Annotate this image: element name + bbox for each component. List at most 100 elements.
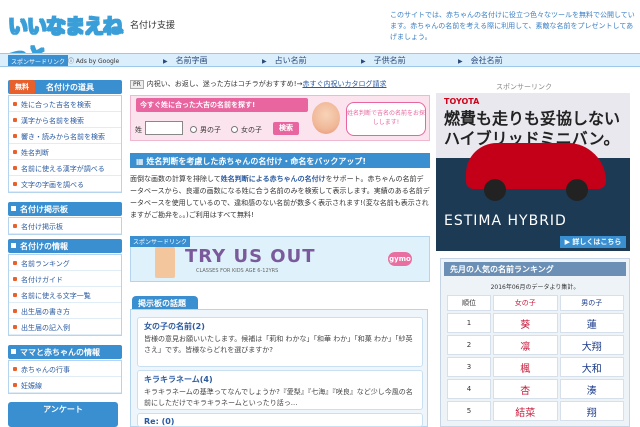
sidebar-item-birth-reg-howto[interactable]: 出生届の書き方 (9, 303, 121, 319)
boy-name[interactable]: 大和 (559, 357, 624, 377)
boy-col-header: 男の子 (559, 295, 624, 311)
table-row: 2 凛 大翔 (447, 335, 624, 355)
girl-name[interactable]: 凛 (493, 335, 558, 355)
baby-illustration (312, 102, 340, 134)
search-button[interactable]: 検索 (273, 122, 299, 135)
boy-name[interactable]: 湊 (559, 379, 624, 399)
site-subtitle: 名付け支援 (130, 21, 176, 31)
girl-label: 女の子 (241, 126, 262, 134)
rank-number: 3 (447, 357, 491, 377)
sidebar-item-seimei-handan[interactable]: 姓名判断 (9, 144, 121, 160)
sidebar-heading-mama-baby: ママと赤ちゃんの情報 (8, 345, 122, 359)
sidebar-item-character-list[interactable]: 名前に使える文字一覧 (9, 287, 121, 303)
surname-input[interactable] (145, 121, 183, 135)
girl-name[interactable]: 結菜 (493, 401, 558, 421)
table-row: 5 結菜 翔 (447, 401, 624, 421)
bbs-post[interactable]: キラキラネーム(4) キラキラネームの基準ってなんでしょうか?『愛梨』『七海』『… (137, 370, 423, 410)
sidebar-item-birth-reg-example[interactable]: 出生届の記入例 (9, 319, 121, 335)
ranking-date: 2016年06月のデータより集計。 (490, 284, 580, 291)
ad-subtext: CLASSES FOR KIDS AGE 6-12YRS (196, 268, 279, 274)
bbs-tab: 掲示板の話題 (132, 296, 198, 310)
intro-paragraph: 面倒な画数の計算を排除して姓名判断による赤ちゃんの名付けをサポート。赤ちゃんの名… (130, 173, 430, 221)
pr-tag: PR (130, 80, 144, 89)
sidebar-item-bbs[interactable]: 名付け掲示板 (9, 218, 121, 234)
bbs-post-title[interactable]: Re: (0) (144, 417, 416, 426)
sidebar-item-search-by-surname[interactable]: 姓に合った吉名を検索 (9, 96, 121, 112)
enquete-label: アンケート (43, 405, 83, 414)
boy-name[interactable]: 大翔 (559, 335, 624, 355)
table-row: 4 杏 湊 (447, 379, 624, 399)
boy-name[interactable]: 翔 (559, 401, 624, 421)
bbs-post-body: キラキラネームの基準ってなんでしょうか?『愛梨』『七海』『咲良』など少し今風の名… (144, 388, 413, 407)
free-badge: 無料 (9, 80, 35, 94)
right-sponsor-label: スポンサーリンク (496, 83, 552, 91)
sidebar-item-baby-events[interactable]: 赤ちゃんの行事 (9, 361, 121, 377)
ad-logo: gymo (388, 252, 412, 266)
boy-name[interactable]: 蓮 (559, 313, 624, 333)
nav-item-company-name[interactable]: 会社名前 (458, 55, 503, 66)
girl-col-header: 女の子 (493, 295, 558, 311)
grid-icon: ▦ (136, 157, 147, 166)
sidebar-list-bbs: 名付け掲示板 (8, 217, 122, 235)
sidebar-item-search-by-reading[interactable]: 響き・読みから名前を検索 (9, 128, 121, 144)
girl-name[interactable]: 楓 (493, 357, 558, 377)
nav-item-child-name[interactable]: 子供名前 (361, 55, 406, 66)
sidebar-item-search-by-kanji[interactable]: 漢字から名前を検索 (9, 112, 121, 128)
girl-radio[interactable] (231, 126, 238, 133)
bbs-panel: 女の子の名前(2) 皆様の意見お願いいたします。候補は「莉和 わかな」「和華 わ… (130, 309, 428, 427)
sidebar-heading-info: 名付けの情報 (8, 239, 122, 253)
bbs-post-body: 皆様の意見お願いいたします。候補は「莉和 わかな」「和華 わか」「和菓 わか」「… (144, 335, 413, 354)
nav-sponsor-tag: スポンサードリンク (8, 55, 69, 66)
surname-label: 姓 (135, 126, 142, 134)
table-row: 1 葵 蓮 (447, 313, 624, 333)
nav-item-name-stroke[interactable]: 名前字画 (163, 55, 208, 66)
sidebar-item-usable-kanji[interactable]: 名前に使える漢字が調べる (9, 160, 121, 176)
toyota-ad[interactable]: TOYOTA 燃費も走りも妥協しない ハイブリッドミニバン。 ESTIMA HY… (436, 93, 630, 251)
rank-number: 1 (447, 313, 491, 333)
boy-label: 男の子 (200, 126, 221, 134)
speech-bubble: 姓名判断で吉名の名前をお探しします! (346, 102, 426, 136)
site-logo[interactable]: いいなまえねっと (8, 10, 130, 68)
bbs-post-title[interactable]: キラキラネーム(4) (144, 374, 416, 385)
rank-number: 5 (447, 401, 491, 421)
car-wheel (484, 179, 506, 201)
boy-radio[interactable] (190, 126, 197, 133)
ranking-header-row: 順位 女の子 男の子 (447, 295, 624, 311)
pr-line: PR 内祝い、お返し、迷った方はコチラがおすすめ!→赤すぐ内祝いカタログ請求 (130, 79, 386, 89)
nav-item-fortune-name[interactable]: 占い名前 (262, 55, 307, 66)
girl-name[interactable]: 杏 (493, 379, 558, 399)
toyota-logo: TOYOTA (444, 97, 480, 106)
sidebar-list-info: 名前ランキング 名付けガイド 名前に使える文字一覧 出生届の書き方 出生届の記入… (8, 254, 122, 336)
table-row: 3 楓 大和 (447, 357, 624, 377)
top-nav: スポンサードリンク ⓘ Ads by Google 名前字画 占い名前 子供名前… (0, 53, 640, 67)
info-icon: ⓘ (68, 58, 76, 65)
bbs-post[interactable]: Re: (0) (137, 413, 423, 427)
sidebar-item-name-ranking[interactable]: 名前ランキング (9, 255, 121, 271)
search-title: 今すぐ姓に合った大吉の名前を探す! (136, 98, 308, 112)
ranking-table: 順位 女の子 男の子 1 葵 蓮 2 凛 大翔 3 楓 大和 4 杏 湊 5 結… (445, 293, 626, 423)
ads-by-google[interactable]: ⓘ Ads by Google (68, 56, 119, 65)
sidebar-list-tools: 姓に合った吉名を検索 漢字から名前を検索 響き・読みから名前を検索 姓名判断 名… (8, 95, 122, 193)
bbs-post-title[interactable]: 女の子の名前(2) (144, 321, 416, 332)
section-title: ▦ 姓名判断を考慮した赤ちゃんの名付け・命名をバックアップ! (130, 153, 430, 168)
bbs-post[interactable]: 女の子の名前(2) 皆様の意見お願いいたします。候補は「莉和 わかな」「和華 わ… (137, 317, 423, 367)
sidebar-item-stroke-count[interactable]: 文字の字画を調べる (9, 176, 121, 192)
sidebar-item-naming-guide[interactable]: 名付けガイド (9, 271, 121, 287)
ad-child-photo (155, 242, 175, 278)
rank-number: 2 (447, 335, 491, 355)
rank-number: 4 (447, 379, 491, 399)
sidebar-item-stretch-marks[interactable]: 妊娠線 (9, 377, 121, 393)
section-title-text: 姓名判断を考慮した赤ちゃんの名付け・命名をバックアップ! (146, 157, 366, 166)
pr-link[interactable]: 赤すぐ内祝いカタログ請求 (302, 80, 386, 88)
sidebar-heading-bbs: 名付け掲示板 (8, 202, 122, 216)
ad-more-button[interactable]: ▶ 詳しくはこちら (560, 236, 626, 248)
model-name: ESTIMA HYBRID (444, 213, 567, 229)
site-intro: このサイトでは、赤ちゃんの名付けに役立つ色々なツールを無料で公開しています。赤ち… (390, 11, 635, 41)
intro-paragraph-pre: 面倒な画数の計算を排除して (130, 175, 221, 183)
rank-col-header: 順位 (447, 295, 491, 311)
car-wheel (566, 179, 588, 201)
sidebar-list-mama-baby: 赤ちゃんの行事 妊娠線 (8, 360, 122, 394)
ad-headline: TRY US OUT (185, 246, 316, 267)
ad-sponsor-tag: スポンサードリンク (130, 236, 191, 247)
girl-name[interactable]: 葵 (493, 313, 558, 333)
